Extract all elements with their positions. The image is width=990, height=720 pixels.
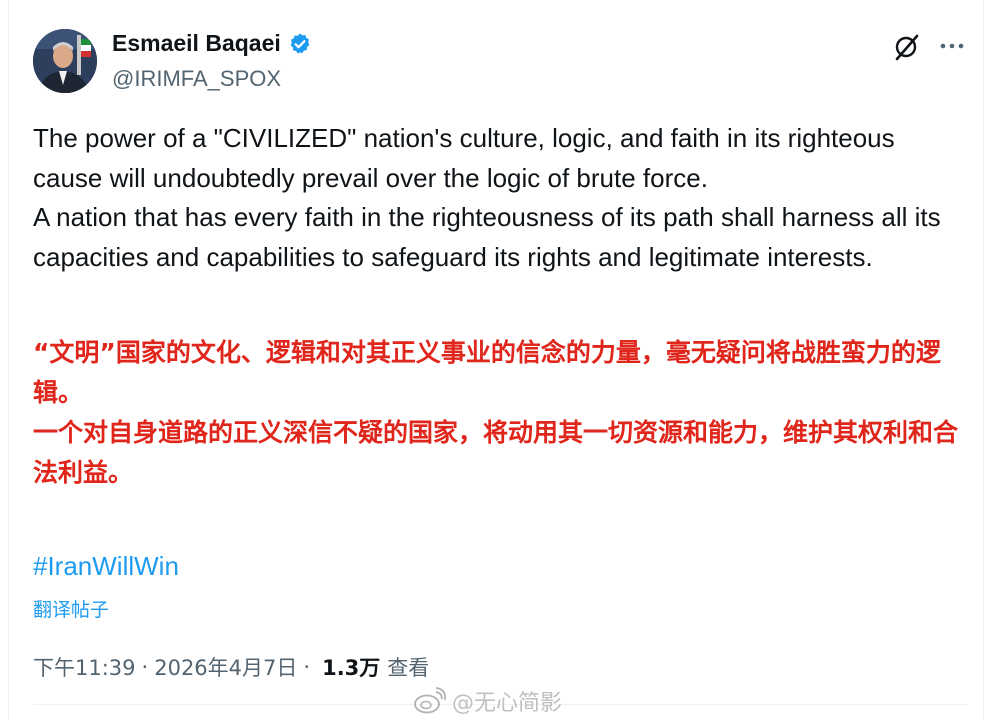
avatar-image — [33, 29, 97, 93]
post-paragraph: A nation that has every faith in the rig… — [33, 202, 941, 272]
translate-post-link[interactable]: 翻译帖子 — [33, 595, 109, 622]
more-icon[interactable] — [938, 32, 966, 60]
post-paragraph-zh: 一个对自身道路的正义深信不疑的国家，将动用其一切资源和能力，维护其权利和合法利益… — [33, 418, 959, 487]
watermark: @无心简影 — [412, 685, 562, 717]
post-paragraph: The power of a "CIVILIZED" nation's cult… — [33, 123, 895, 193]
post-meta: 下午11:39 · 2026年4月7日 · 1.3万 查看 — [33, 652, 429, 682]
author-row: Esmaeil Baqaei — [112, 30, 312, 57]
post-date[interactable]: 2026年4月7日 — [154, 652, 297, 682]
post-paragraph-zh: “文明”国家的文化、逻辑和对其正义事业的信念的力量，毫无疑问将战胜蛮力的逻辑。 — [33, 338, 941, 407]
author-name[interactable]: Esmaeil Baqaei — [112, 30, 281, 57]
meta-separator: · — [303, 655, 311, 679]
watermark-text: @无心简影 — [452, 691, 563, 716]
avatar[interactable] — [33, 29, 97, 93]
grok-icon[interactable] — [892, 32, 922, 62]
post-text-chinese: “文明”国家的文化、逻辑和对其正义事业的信念的力量，毫无疑问将战胜蛮力的逻辑。 … — [33, 333, 968, 493]
verified-badge-icon — [288, 32, 312, 56]
author-handle[interactable]: @IRIMFA_SPOX — [112, 66, 281, 92]
views-label: 查看 — [387, 656, 430, 680]
views-count: 1.3万 — [322, 656, 381, 680]
weibo-icon — [414, 687, 446, 714]
post-time[interactable]: 下午11:39 — [33, 652, 136, 682]
hashtag-link[interactable]: #IranWillWin — [33, 551, 179, 582]
meta-separator: · — [141, 655, 149, 679]
post-text-english: The power of a "CIVILIZED" nation's cult… — [33, 119, 953, 277]
